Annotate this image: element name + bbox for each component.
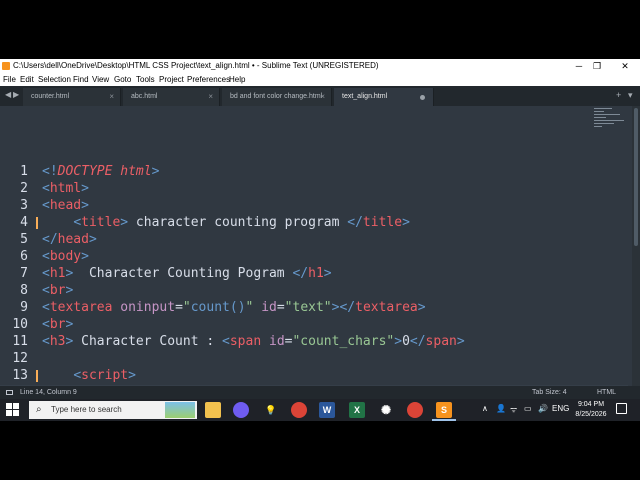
tab-close-icon[interactable]: × [208, 92, 213, 101]
taskbar: ⌕ Type here to search 💡 W X ✺ S ∧ 👤 ᯤ ▭ … [0, 399, 640, 421]
tab-close-icon[interactable]: × [109, 92, 114, 101]
minimize-button[interactable]: ─ [570, 60, 588, 72]
search-highlight-image [165, 402, 195, 418]
menu-goto[interactable]: Goto [114, 75, 131, 84]
tab-close-icon[interactable]: × [320, 92, 325, 101]
syntax-setting[interactable]: HTML [597, 389, 616, 396]
clock-date: 8/25/2026 [575, 411, 607, 418]
close-button[interactable]: ✕ [616, 60, 634, 72]
search-placeholder: Type here to search [51, 405, 122, 414]
line-number: 9 [20, 300, 28, 315]
chrome-profile-icon[interactable] [407, 402, 423, 418]
word-icon[interactable]: W [319, 402, 335, 418]
tab-dropdown-icon[interactable]: ▾ [628, 90, 633, 101]
menu-file[interactable]: File [3, 75, 16, 84]
menu-find[interactable]: Find [73, 75, 89, 84]
people-icon[interactable]: 👤 [496, 404, 506, 413]
tray-overflow-icon[interactable]: ∧ [482, 404, 488, 413]
line-number: 11 [12, 334, 28, 349]
code-line: <body> [42, 249, 89, 264]
screen: C:\Users\dell\OneDrive\Desktop\HTML CSS … [0, 59, 640, 421]
network-icon[interactable]: ▭ [524, 404, 532, 413]
window-title: C:\Users\dell\OneDrive\Desktop\HTML CSS … [13, 61, 379, 70]
line-number: 5 [20, 232, 28, 247]
code-line: </head> [42, 232, 97, 247]
new-tab-icon[interactable]: + [616, 90, 621, 100]
windows-start-icon[interactable] [6, 403, 20, 417]
wifi-icon[interactable]: ᯤ [510, 404, 517, 415]
chatgpt-icon[interactable]: ✺ [378, 402, 394, 418]
code-editor[interactable]: 1 2 3 4 5 6 7 8 9 10 11 12 13 14 15 16 <… [0, 106, 640, 386]
tab-scroll-left-icon[interactable]: ◀ [5, 90, 11, 99]
menu-tools[interactable]: Tools [136, 75, 155, 84]
line-number: 1 [20, 164, 28, 179]
taskbar-search-box[interactable]: ⌕ Type here to search [29, 401, 197, 419]
volume-icon[interactable]: 🔊 [538, 404, 548, 413]
chrome-icon[interactable] [291, 402, 307, 418]
sublime-text-app-icon [2, 62, 10, 70]
tab-abc-html[interactable]: abc.html × [123, 88, 220, 106]
status-bar: Line 14, Column 9 Tab Size: 4 HTML [0, 386, 640, 399]
vertical-scrollbar[interactable] [632, 106, 640, 386]
line-number: 7 [20, 266, 28, 281]
code-line: <h3> Character Count : <span id="count_c… [42, 334, 465, 349]
menu-view[interactable]: View [92, 75, 109, 84]
menu-edit[interactable]: Edit [20, 75, 34, 84]
modified-line-marker [36, 217, 38, 229]
code-line: <html> [42, 181, 89, 196]
title-bar: C:\Users\dell\OneDrive\Desktop\HTML CSS … [0, 59, 640, 73]
language-indicator[interactable]: ENG [552, 404, 569, 413]
tab-size-setting[interactable]: Tab Size: 4 [532, 389, 567, 396]
code-line: <textarea oninput="count()" id="text"></… [42, 300, 426, 315]
menu-project[interactable]: Project [159, 75, 184, 84]
clock[interactable]: 9:04 PM 8/25/2026 [573, 400, 609, 420]
line-number: 3 [20, 198, 28, 213]
code-line: <h1> Character Counting Pogram </h1> [42, 266, 332, 281]
panel-toggle-icon[interactable] [6, 390, 13, 395]
search-icon: ⌕ [36, 404, 42, 415]
tips-icon[interactable]: 💡 [263, 402, 279, 418]
menu-bar: File Edit Selection Find View Goto Tools… [0, 73, 640, 86]
line-number: 2 [20, 181, 28, 196]
copilot-icon[interactable] [233, 402, 249, 418]
file-explorer-icon[interactable] [205, 402, 221, 418]
code-line: <title> character counting program </tit… [73, 215, 410, 230]
tab-scroll-right-icon[interactable]: ▶ [13, 90, 19, 99]
sublime-text-icon[interactable]: S [436, 402, 452, 418]
line-number: 8 [20, 283, 28, 298]
cursor-position: Line 14, Column 9 [20, 389, 77, 396]
tab-text-align-html[interactable]: text_align.html [334, 88, 434, 106]
line-number: 4 [20, 215, 28, 230]
unsaved-dot-icon[interactable] [420, 95, 425, 100]
tab-bd-and-font-color-change-html[interactable]: bd and font color change.html × [222, 88, 332, 106]
maximize-button[interactable]: ❐ [588, 60, 606, 72]
active-app-indicator [432, 419, 456, 421]
menu-selection[interactable]: Selection [38, 75, 71, 84]
line-number: 10 [12, 317, 28, 332]
line-number: 6 [20, 249, 28, 264]
tab-label: text_align.html [342, 93, 388, 100]
tab-bar: ◀ ▶ counter.html × abc.html × bd and fon… [0, 86, 640, 106]
tab-label: counter.html [31, 93, 70, 100]
menu-preferences[interactable]: Preferences [187, 75, 230, 84]
code-line: <br> [42, 283, 74, 298]
minimap[interactable] [588, 106, 632, 136]
menu-help[interactable]: Help [229, 75, 245, 84]
tab-label: bd and font color change.html [230, 93, 323, 100]
code-line: <script> [73, 368, 136, 383]
excel-icon[interactable]: X [349, 402, 365, 418]
modified-line-marker [36, 370, 38, 382]
line-number: 12 [12, 351, 28, 366]
scrollbar-thumb[interactable] [634, 108, 638, 246]
line-gutter: 1 2 3 4 5 6 7 8 9 10 11 12 13 14 15 16 [0, 106, 38, 386]
tab-label: abc.html [131, 93, 158, 100]
line-number: 13 [12, 368, 28, 383]
tab-counter-html[interactable]: counter.html × [23, 88, 121, 106]
code-line: <head> [42, 198, 89, 213]
code-line: <!DOCTYPE html> [42, 164, 160, 179]
notifications-icon[interactable] [616, 403, 627, 414]
code-line: <br> [42, 317, 74, 332]
clock-time: 9:04 PM [577, 401, 605, 408]
